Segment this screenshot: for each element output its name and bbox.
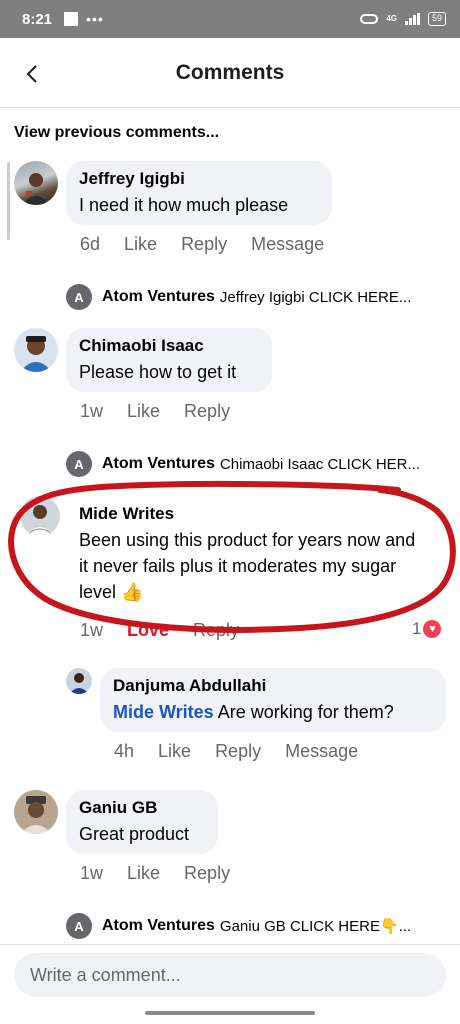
comment-text: Great product: [79, 824, 190, 844]
avatar-photo-icon: [20, 336, 52, 372]
avatar-photo-icon: [22, 173, 50, 205]
reply-button[interactable]: Reply: [184, 401, 230, 422]
avatar-photo-icon: [25, 505, 55, 536]
comment-time: 1w: [80, 863, 104, 883]
reaction-count[interactable]: 1 ♥: [412, 619, 442, 639]
comment-author[interactable]: Ganiu GB: [79, 798, 204, 818]
reply-button[interactable]: Reply: [215, 741, 261, 762]
avatar-photo-icon: [20, 796, 52, 834]
comment-actions: 4h Like Reply Message: [114, 741, 358, 762]
comments-header: Comments: [0, 38, 460, 108]
comment-actions: 1w Like Reply: [80, 863, 230, 884]
more-notifications-icon: •••: [86, 11, 104, 27]
avatar[interactable]: [14, 161, 58, 205]
home-indicator[interactable]: [145, 1011, 315, 1015]
reply-preview[interactable]: A Atom Ventures Ganiu GB CLICK HERE👇...: [66, 913, 411, 939]
comment-actions: 1w Like Reply: [80, 401, 230, 422]
comment-actions: 1w Love Reply: [80, 620, 239, 641]
reaction-count-value: 1: [412, 619, 422, 638]
mention-link[interactable]: Mide Writes: [113, 702, 214, 722]
notification-icon: [64, 12, 79, 26]
avatar: A: [66, 451, 92, 477]
reply-button[interactable]: Reply: [184, 863, 230, 884]
comment-author[interactable]: Danjuma Abdullahi: [113, 676, 432, 696]
divider: [0, 944, 460, 945]
avatar[interactable]: [14, 328, 58, 372]
comment-bubble: Chimaobi Isaac Please how to get it: [66, 328, 272, 392]
comment-bubble: Jeffrey Igigbi I need it how much please: [66, 161, 332, 225]
avatar[interactable]: [14, 790, 58, 834]
reply-text: Ganiu GB CLICK HERE👇...: [219, 918, 412, 935]
battery-level: 59: [427, 12, 446, 26]
avatar[interactable]: [20, 496, 60, 536]
like-button[interactable]: Like: [127, 401, 160, 422]
like-button[interactable]: Like: [124, 234, 157, 255]
comment-text: I need it how much please: [79, 195, 289, 215]
comment-bubble: Ganiu GB Great product: [66, 790, 218, 854]
comment-bubble: Danjuma Abdullahi Mide Writes Are workin…: [100, 668, 446, 732]
comment-text: Please how to get it: [79, 362, 237, 382]
avatar: A: [66, 284, 92, 310]
view-previous-comments-link[interactable]: View previous comments...: [14, 124, 219, 142]
page-title: Comments: [175, 60, 285, 84]
message-button[interactable]: Message: [251, 234, 324, 255]
thread-line: [7, 162, 10, 240]
thumbs-up-emoji: 👍: [121, 582, 144, 602]
avatar: A: [66, 913, 92, 939]
comment-text-wrap: Mide Writes Are working for them?: [113, 699, 432, 725]
chevron-left-icon: [26, 65, 37, 83]
comment-text-wrap: Been using this product for years now an…: [79, 527, 426, 605]
reply-text: Chimaobi Isaac CLICK HER...: [219, 455, 420, 473]
signal-icon: [404, 13, 420, 25]
comment-bubble: Mide Writes Been using this product for …: [66, 496, 440, 610]
back-button[interactable]: [20, 60, 44, 88]
like-button[interactable]: Like: [127, 863, 160, 884]
link-icon: [360, 14, 379, 24]
heart-icon: ♥: [423, 620, 442, 638]
reply-author: Atom Ventures: [102, 455, 215, 472]
comment-author[interactable]: Chimaobi Isaac: [79, 336, 258, 356]
reply-author: Atom Ventures: [102, 917, 215, 934]
like-button[interactable]: Like: [158, 741, 191, 762]
comment-author[interactable]: Mide Writes: [79, 504, 426, 524]
reply-text: Jeffrey Igigbi CLICK HERE...: [219, 288, 412, 306]
comment-input[interactable]: [14, 953, 446, 997]
reply-button[interactable]: Reply: [193, 620, 239, 641]
comment-actions: 6d Like Reply Message: [80, 234, 324, 255]
comment-time: 4h: [114, 741, 135, 761]
comment-time: 1w: [80, 620, 104, 640]
comment-time: 1w: [80, 401, 104, 421]
avatar[interactable]: [66, 668, 92, 694]
reply-preview[interactable]: A Atom Ventures Jeffrey Igigbi CLICK HER…: [66, 284, 411, 310]
status-bar: 8:21 ••• 4G 59: [0, 0, 460, 38]
comment-time: 6d: [80, 234, 101, 254]
reply-button[interactable]: Reply: [181, 234, 227, 255]
network-type: 4G: [386, 14, 397, 23]
love-button[interactable]: Love: [127, 620, 169, 641]
comment-text: Are working for them?: [217, 702, 394, 722]
avatar-photo-icon: [69, 673, 89, 694]
reply-preview[interactable]: A Atom Ventures Chimaobi Isaac CLICK HER…: [66, 451, 420, 477]
comment-author[interactable]: Jeffrey Igigbi: [79, 169, 318, 189]
reply-author: Atom Ventures: [102, 288, 215, 305]
message-button[interactable]: Message: [285, 741, 358, 762]
status-time: 8:21: [22, 10, 53, 28]
